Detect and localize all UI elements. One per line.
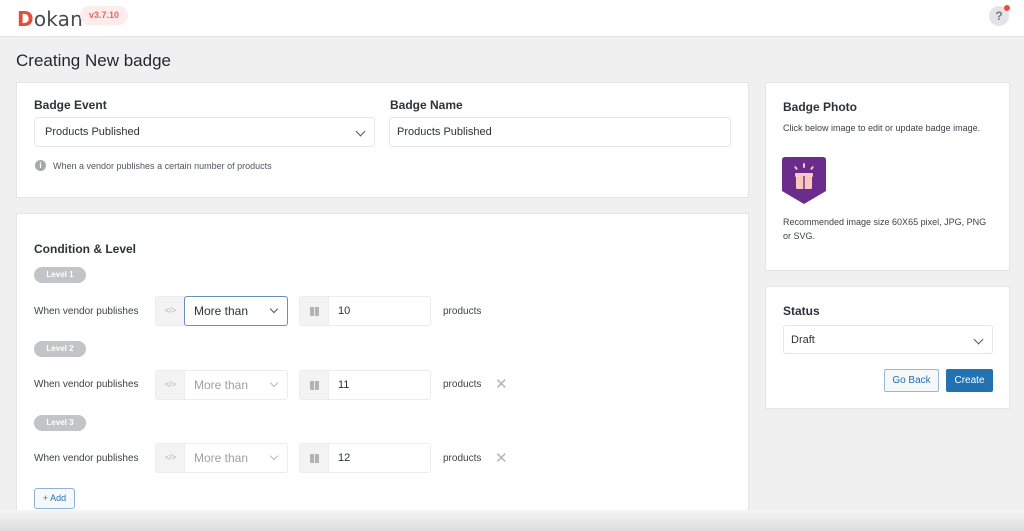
- badge-photo-title: Badge Photo: [783, 100, 857, 114]
- level-2-prefix: When vendor publishes: [34, 379, 139, 390]
- level-1-operator-select[interactable]: More than: [184, 296, 288, 326]
- condition-level-card: [16, 213, 749, 523]
- notification-dot: [1004, 5, 1010, 11]
- status-title: Status: [783, 304, 820, 318]
- box-icon: [310, 381, 319, 390]
- level-1-suffix: products: [443, 306, 482, 317]
- top-bar: Dokan v3.7.10 ?: [0, 0, 1024, 37]
- page-title: Creating New badge: [16, 51, 171, 70]
- box-addon: [299, 443, 329, 473]
- level-3-operator-select[interactable]: More than: [184, 443, 288, 473]
- badge-event-hint: When a vendor publishes a certain number…: [53, 161, 272, 171]
- chevron-down-icon: [355, 126, 366, 137]
- status-select[interactable]: Draft: [783, 325, 993, 354]
- level-2-quantity-input[interactable]: 11: [328, 370, 431, 400]
- condition-level-title: Condition & Level: [34, 242, 136, 256]
- dokan-logo: Dokan: [17, 7, 84, 31]
- version-badge: v3.7.10: [80, 6, 129, 25]
- box-icon: [310, 454, 319, 463]
- level-1-quantity-input[interactable]: 10: [328, 296, 431, 326]
- chevron-down-icon: [269, 451, 279, 461]
- badge-name-label: Badge Name: [390, 98, 463, 112]
- badge-name-input[interactable]: Products Published: [389, 117, 731, 147]
- level-2-remove-icon[interactable]: ✕: [495, 377, 508, 392]
- create-button[interactable]: Create: [946, 369, 993, 392]
- box-addon: [299, 370, 329, 400]
- chevron-down-icon: [269, 378, 279, 388]
- chevron-down-icon: [269, 304, 279, 314]
- level-1-badge: Level 1: [34, 267, 86, 283]
- level-3-remove-icon[interactable]: ✕: [495, 451, 508, 466]
- level-2-operator-select[interactable]: More than: [184, 370, 288, 400]
- info-icon: i: [35, 160, 46, 171]
- badge-photo-recommendation: Recommended image size 60X65 pixel, JPG,…: [783, 217, 987, 241]
- level-3-suffix: products: [443, 453, 482, 464]
- code-icon: </>: [155, 370, 185, 400]
- level-3-badge: Level 3: [34, 415, 86, 431]
- level-1-prefix: When vendor publishes: [34, 306, 139, 317]
- go-back-button[interactable]: Go Back: [884, 369, 939, 392]
- level-3-prefix: When vendor publishes: [34, 453, 139, 464]
- chevron-down-icon: [973, 334, 984, 345]
- level-2-suffix: products: [443, 379, 482, 390]
- badge-event-select[interactable]: Products Published: [34, 117, 375, 147]
- add-level-button[interactable]: + Add: [34, 488, 75, 509]
- code-icon: </>: [155, 296, 185, 326]
- box-icon: [310, 307, 319, 316]
- code-icon: </>: [155, 443, 185, 473]
- badge-image[interactable]: [782, 157, 826, 205]
- badge-photo-instruction: Click below image to edit or update badg…: [783, 123, 981, 133]
- badge-event-label: Badge Event: [34, 98, 107, 112]
- bottom-edge: [0, 510, 1024, 531]
- box-addon: [299, 296, 329, 326]
- level-3-quantity-input[interactable]: 12: [328, 443, 431, 473]
- level-2-badge: Level 2: [34, 341, 86, 357]
